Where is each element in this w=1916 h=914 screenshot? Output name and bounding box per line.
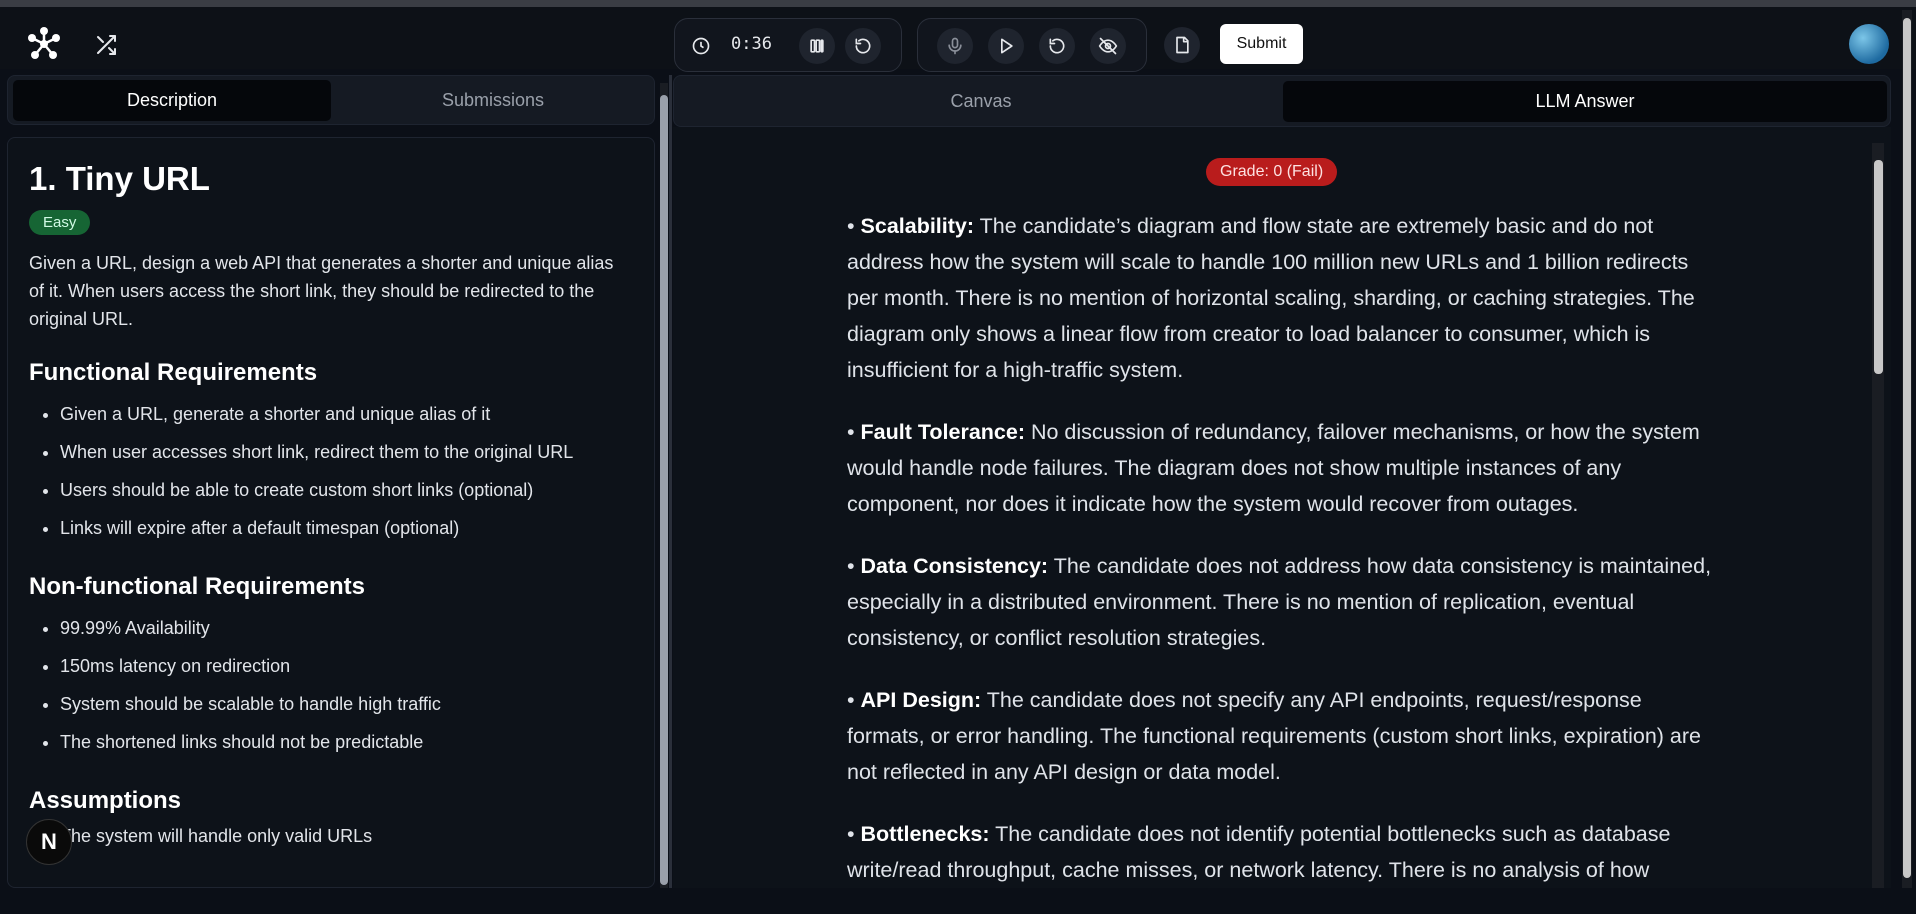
answer-item: • Fault Tolerance: No discussion of redu… <box>847 420 1700 516</box>
answer-item-title: API Design: <box>860 688 982 712</box>
eye-off-icon <box>1098 37 1118 55</box>
clock-icon <box>683 28 719 64</box>
document-icon <box>1176 36 1189 54</box>
assumptions-heading: Assumptions <box>29 787 182 814</box>
difficulty-badge: Easy <box>29 210 91 235</box>
answer-item-text: The candidate’s diagram and flow state a… <box>847 214 1695 382</box>
answer-item: • Bottlenecks: The candidate does not id… <box>847 822 1671 882</box>
answer-item: • Scalability: The candidate’s diagram a… <box>847 214 1695 382</box>
list-item: Links will expire after a default timesp… <box>60 509 633 547</box>
submit-button[interactable]: Submit <box>1220 24 1303 64</box>
tab-description[interactable]: Description <box>13 80 331 121</box>
list-item: The system will handle only valid URLs <box>60 817 633 855</box>
list-item: The shortened links should not be predic… <box>60 723 633 761</box>
tab-submissions[interactable]: Submissions <box>335 80 651 121</box>
restart-icon <box>855 38 871 54</box>
list-item: 150ms latency on redirection <box>60 647 633 685</box>
page-scrollbar[interactable] <box>1902 10 1912 888</box>
answer-scrollbar[interactable] <box>1872 143 1884 888</box>
logo-icon[interactable] <box>26 26 62 62</box>
pause-icon <box>810 39 824 53</box>
functional-heading: Functional Requirements <box>29 359 318 386</box>
page-scrollbar-thumb[interactable] <box>1903 18 1911 878</box>
answer-text: • Scalability: The candidate’s diagram a… <box>847 208 1717 914</box>
microphone-icon <box>948 37 962 55</box>
replay-icon <box>1049 38 1065 54</box>
llm-answer-content: Grade: 0 (Fail) • Scalability: The candi… <box>673 127 1891 888</box>
problem-title: 1. Tiny URL <box>29 160 210 197</box>
timer-display: 0:36 <box>731 34 772 54</box>
functional-list: Given a URL, generate a shorter and uniq… <box>29 395 633 547</box>
avatar[interactable] <box>1849 24 1889 64</box>
nonfunctional-list: 99.99% Availability 150ms latency on red… <box>29 609 633 761</box>
left-panel-scrollbar[interactable] <box>657 75 669 888</box>
list-item: 99.99% Availability <box>60 609 633 647</box>
description-panel: Description Submissions 1. Tiny URL Easy… <box>7 75 655 888</box>
left-scrollbar-thumb[interactable] <box>660 95 668 885</box>
list-item: System should be scalable to handle high… <box>60 685 633 723</box>
play-icon <box>1001 38 1013 54</box>
notes-button[interactable] <box>1164 27 1200 63</box>
play-button[interactable] <box>988 28 1024 64</box>
list-item: Users should be able to create custom sh… <box>60 471 633 509</box>
answer-item: • Data Consistency: The candidate does n… <box>847 554 1712 650</box>
nonfunctional-heading: Non-functional Requirements <box>29 573 366 600</box>
pause-button[interactable] <box>799 28 835 64</box>
panel-resize-handle[interactable] <box>669 75 672 888</box>
answer-panel: Canvas LLM Answer Grade: 0 (Fail) • Scal… <box>673 75 1891 888</box>
hide-button[interactable] <box>1090 28 1126 64</box>
answer-item: • API Design: The candidate does not spe… <box>847 688 1702 784</box>
tab-llm-answer[interactable]: LLM Answer <box>1283 81 1887 122</box>
restart-timer-button[interactable] <box>845 28 881 64</box>
timer-controls: 0:36 <box>674 18 902 72</box>
left-tabs: Description Submissions <box>7 75 655 125</box>
tab-canvas[interactable]: Canvas <box>679 81 1283 122</box>
answer-item-title: Data Consistency: <box>860 554 1049 578</box>
replay-button[interactable] <box>1039 28 1075 64</box>
recording-controls <box>917 18 1147 72</box>
right-tabs: Canvas LLM Answer <box>673 75 1891 127</box>
microphone-button[interactable] <box>937 28 973 64</box>
grade-badge: Grade: 0 (Fail) <box>1206 158 1338 186</box>
window-top-strip <box>0 0 1916 7</box>
shuffle-icon[interactable] <box>94 33 118 57</box>
problem-content: 1. Tiny URL Easy Given a URL, design a w… <box>7 137 655 888</box>
answer-item-title: Scalability: <box>860 214 975 238</box>
answer-item-title: Fault Tolerance: <box>860 420 1025 444</box>
problem-description: Given a URL, design a web API that gener… <box>29 253 614 329</box>
answer-scrollbar-thumb[interactable] <box>1874 160 1883 374</box>
left-scrollbar-track <box>660 83 668 888</box>
answer-item-title: Bottlenecks: <box>860 822 990 846</box>
floating-n-button[interactable]: N <box>26 819 72 865</box>
top-toolbar: 0:36 Submit <box>0 7 1916 72</box>
list-item: When user accesses short link, redirect … <box>60 433 633 471</box>
list-item: Given a URL, generate a shorter and uniq… <box>60 395 633 433</box>
assumptions-list: The system will handle only valid URLs <box>29 817 633 855</box>
